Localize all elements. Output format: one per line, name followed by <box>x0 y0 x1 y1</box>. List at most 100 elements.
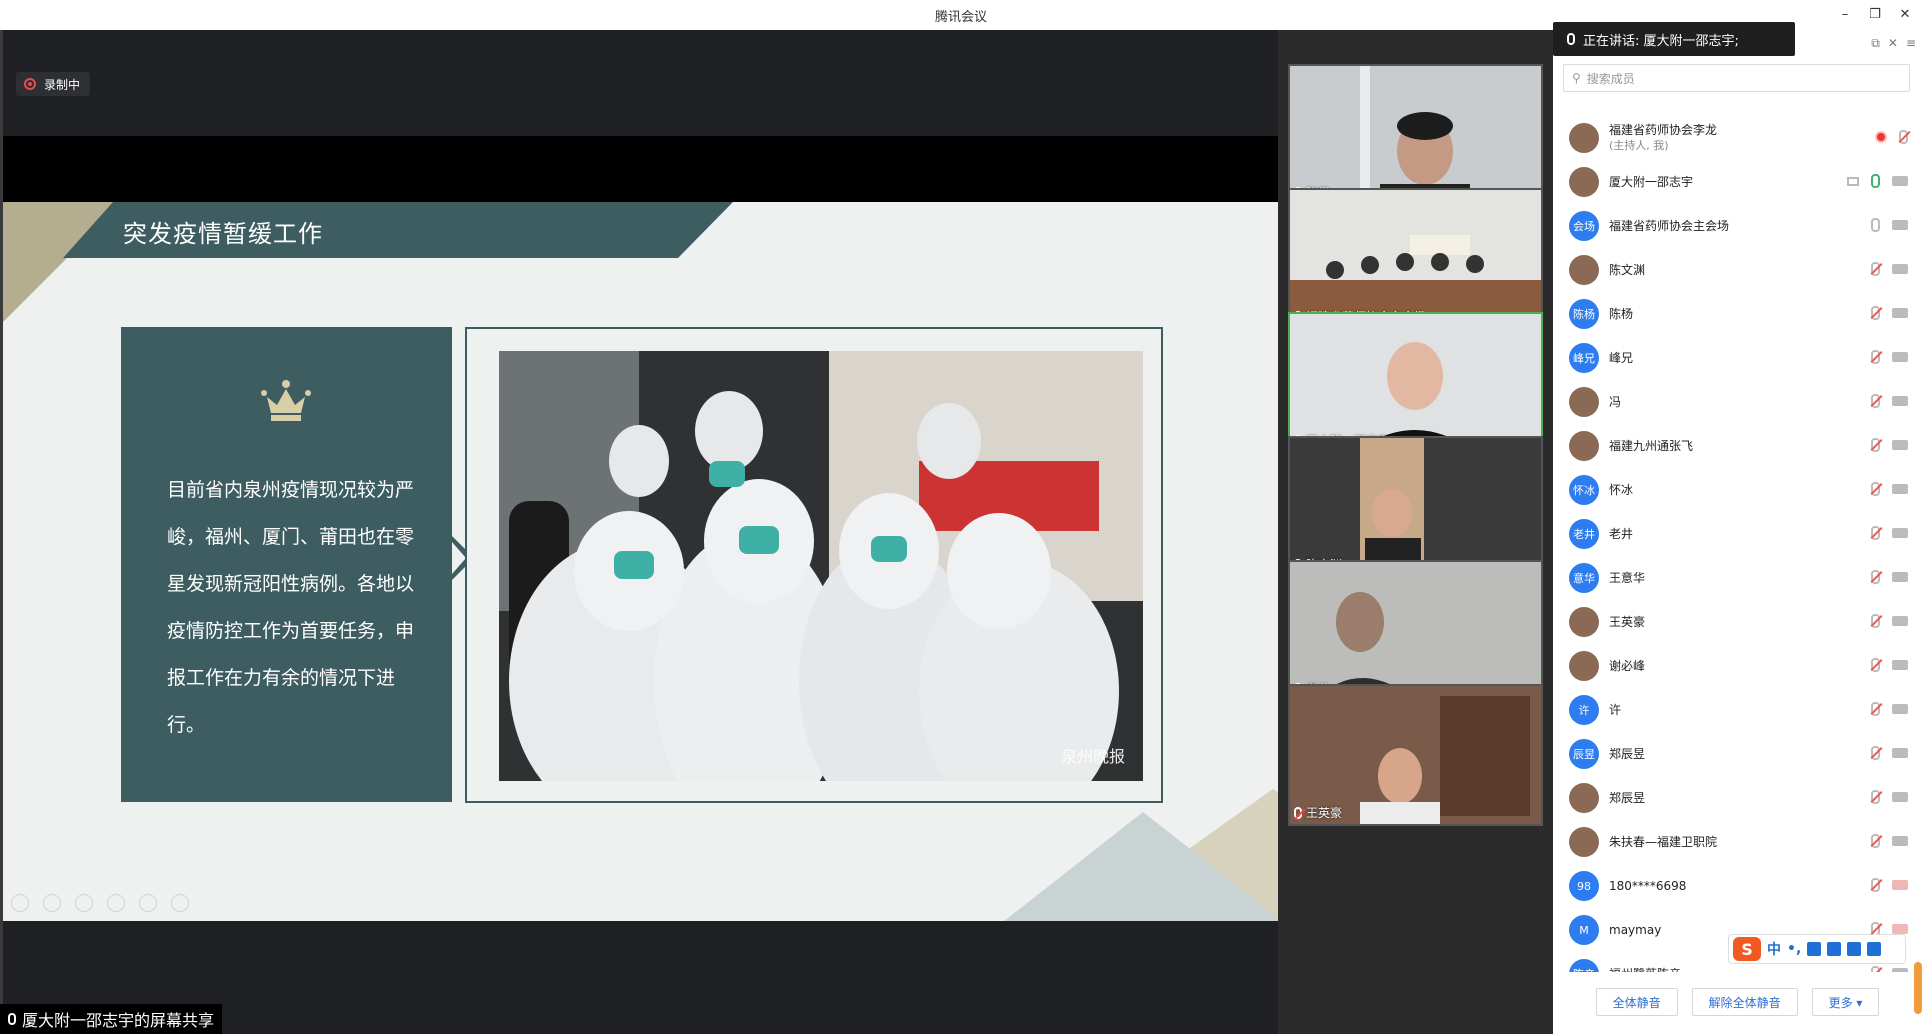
mic-muted-icon[interactable] <box>1871 438 1880 452</box>
camera-icon[interactable] <box>1892 748 1908 758</box>
recording-icon[interactable] <box>1875 131 1887 143</box>
member-name-block: 厦大附一邵志宇 <box>1609 175 1693 190</box>
copy-icon[interactable] <box>107 894 125 912</box>
member-row[interactable]: 怀冰 怀冰 <box>1553 468 1922 512</box>
camera-icon[interactable] <box>1892 396 1908 406</box>
panel-close-icon[interactable]: ✕ <box>1888 36 1898 51</box>
prev-icon[interactable] <box>11 894 29 912</box>
camera-icon[interactable] <box>1892 220 1908 230</box>
unmute-all-button[interactable]: 解除全体静音 <box>1691 988 1798 1016</box>
search-input[interactable]: ⚲ 搜索成员 <box>1563 64 1910 92</box>
mic-icon <box>1567 33 1575 45</box>
avatar <box>1569 167 1599 197</box>
mic-muted-icon[interactable] <box>1871 658 1880 672</box>
mic-muted-icon[interactable] <box>1871 834 1880 848</box>
mic-muted-icon[interactable] <box>1871 482 1880 496</box>
camera-off-icon[interactable] <box>1892 880 1908 890</box>
menu-icon[interactable]: ≡ <box>1906 36 1916 51</box>
member-row[interactable]: 谢必峰 <box>1553 644 1922 688</box>
ime-skin-icon[interactable] <box>1847 942 1862 956</box>
member-status-icons <box>1871 658 1908 672</box>
member-row[interactable]: 福建九州通张飞 <box>1553 424 1922 468</box>
camera-icon[interactable] <box>1892 572 1908 582</box>
mic-muted-icon[interactable] <box>1871 262 1880 276</box>
mute-all-button[interactable]: 全体静音 <box>1595 988 1678 1016</box>
member-row[interactable]: 意华 王意华 <box>1553 556 1922 600</box>
pen-icon[interactable] <box>75 894 93 912</box>
member-row[interactable]: 郑辰昱 <box>1553 776 1922 820</box>
popout-icon[interactable]: ⧉ <box>1871 36 1880 51</box>
camera-icon[interactable] <box>1892 352 1908 362</box>
member-row[interactable]: 王英豪 <box>1553 600 1922 644</box>
camera-icon[interactable] <box>1892 484 1908 494</box>
camera-icon[interactable] <box>1892 836 1908 846</box>
ime-punct[interactable]: •, <box>1787 941 1801 957</box>
maximize-icon[interactable]: ❐ <box>1864 4 1886 26</box>
member-row[interactable]: 陈杨 陈杨 <box>1553 292 1922 336</box>
recording-indicator[interactable]: 录制中 <box>16 72 91 96</box>
member-row[interactable]: 陈文渊 <box>1553 248 1922 292</box>
member-name: 谢必峰 <box>1609 658 1646 673</box>
video-tile[interactable]: 王英豪 <box>1288 684 1543 826</box>
mic-muted-icon[interactable] <box>1871 746 1880 760</box>
member-row[interactable]: 朱扶春—福建卫职院 <box>1553 820 1922 864</box>
more-button[interactable]: 更多 ▾ <box>1811 988 1880 1016</box>
mic-muted-icon[interactable] <box>1871 966 1880 972</box>
avatar: 峰兄 <box>1569 343 1599 373</box>
member-list: 福建省药师协会李龙 (主持人, 我) 厦大附一邵志宇会场 福建省药师协会主会场 陈文渊陈… <box>1553 116 1922 972</box>
mic-muted-icon[interactable] <box>1871 702 1880 716</box>
camera-icon[interactable] <box>1892 704 1908 714</box>
camera-icon[interactable] <box>1892 616 1908 626</box>
ime-mode[interactable]: 中 <box>1767 939 1781 959</box>
camera-off-icon[interactable] <box>1892 924 1908 934</box>
camera-icon[interactable] <box>1892 660 1908 670</box>
camera-icon[interactable] <box>1892 968 1908 972</box>
video-tile[interactable]: 福建省药师协会主会场 <box>1288 188 1543 330</box>
member-row[interactable]: 许许 <box>1553 688 1922 732</box>
mic-muted-icon[interactable] <box>1871 394 1880 408</box>
zoom-icon[interactable] <box>139 894 157 912</box>
mic-muted-icon[interactable] <box>1871 306 1880 320</box>
member-row[interactable]: 厦大附一邵志宇 <box>1553 160 1922 204</box>
camera-icon[interactable] <box>1892 528 1908 538</box>
ime-grid-icon[interactable] <box>1867 942 1882 956</box>
member-row[interactable]: 辰昱 郑辰昱 <box>1553 732 1922 776</box>
minimize-icon[interactable]: – <box>1834 4 1856 26</box>
mic-icon[interactable] <box>1871 218 1880 232</box>
close-icon[interactable]: ✕ <box>1894 4 1916 26</box>
camera-icon[interactable] <box>1892 308 1908 318</box>
ime-keyboard-icon[interactable] <box>1827 942 1842 956</box>
video-tile[interactable]: 老井 <box>1288 560 1543 702</box>
screen-share-icon[interactable] <box>1847 176 1859 186</box>
mic-on-icon[interactable] <box>1871 174 1880 188</box>
video-tile-active[interactable]: 厦大附一邵志宇 <box>1288 312 1543 454</box>
share-label: 厦大附一邵志宇的屏幕共享 <box>22 1011 215 1030</box>
video-tile[interactable]: 陈杨 <box>1288 64 1543 206</box>
mic-muted-icon[interactable] <box>1871 614 1880 628</box>
scrollbar[interactable] <box>1914 962 1922 1014</box>
ime-toolbar[interactable]: S 中 •, <box>1728 934 1906 964</box>
ime-mic-icon[interactable] <box>1807 942 1822 956</box>
member-row[interactable]: 老井 老井 <box>1553 512 1922 556</box>
member-row[interactable]: 峰兄 峰兄 <box>1553 336 1922 380</box>
mic-muted-icon[interactable] <box>1871 350 1880 364</box>
camera-icon[interactable] <box>1892 440 1908 450</box>
member-name: 厦大附一邵志宇 <box>1609 174 1694 189</box>
camera-icon[interactable] <box>1892 792 1908 802</box>
decor-triangle-grey <box>1003 812 1278 921</box>
video-tile[interactable]: 陈文渊 <box>1288 436 1543 578</box>
mic-muted-icon[interactable] <box>1871 790 1880 804</box>
mic-muted-icon[interactable] <box>1871 878 1880 892</box>
member-row[interactable]: 福建省药师协会李龙 (主持人, 我) <box>1553 116 1922 160</box>
camera-icon[interactable] <box>1892 264 1908 274</box>
member-row[interactable]: 冯 <box>1553 380 1922 424</box>
camera-icon[interactable] <box>1892 176 1908 186</box>
member-panel: ⧉ ✕ ≡ ⚲ 搜索成员 福建省药师协会李龙 (主持人, 我) 厦大附一邵志宇会场福… <box>1553 30 1922 1034</box>
mic-muted-icon[interactable] <box>1899 130 1908 144</box>
more-icon[interactable] <box>171 894 189 912</box>
mic-muted-icon[interactable] <box>1871 570 1880 584</box>
member-row[interactable]: 98 180****6698 <box>1553 864 1922 908</box>
mic-muted-icon[interactable] <box>1871 526 1880 540</box>
member-row[interactable]: 会场 福建省药师协会主会场 <box>1553 204 1922 248</box>
next-icon[interactable] <box>43 894 61 912</box>
